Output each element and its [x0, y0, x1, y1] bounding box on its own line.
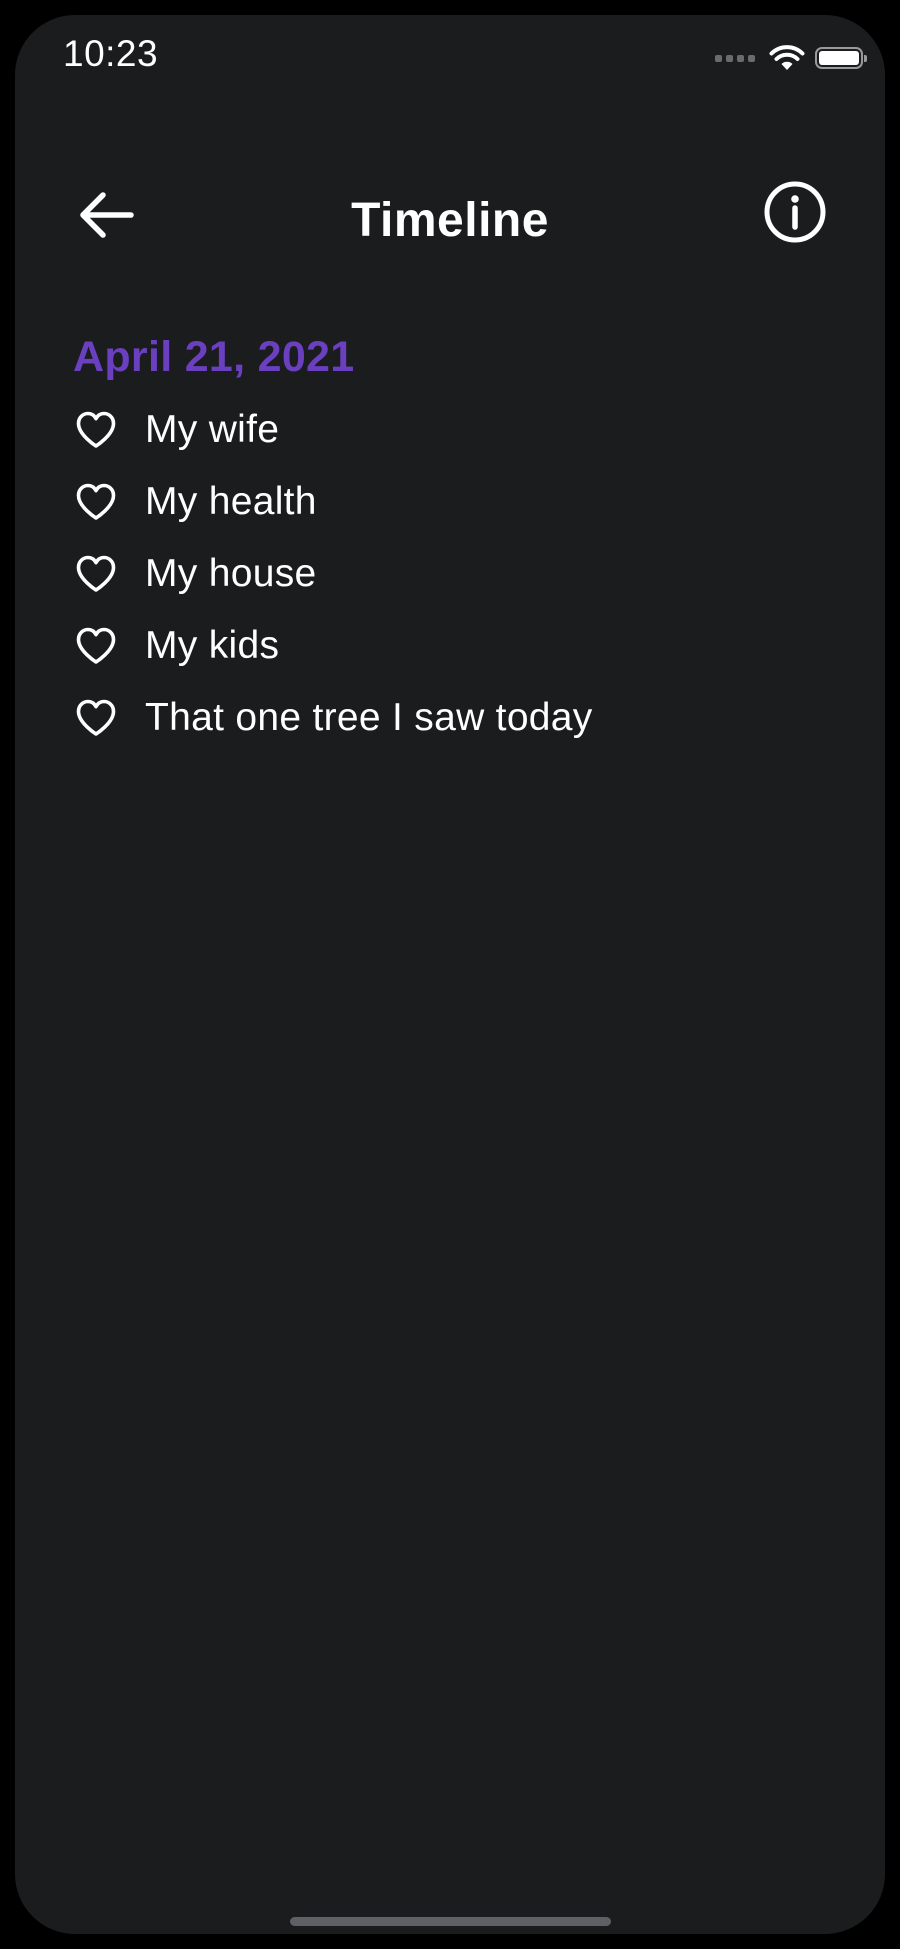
status-icons: [715, 43, 867, 73]
heart-icon[interactable]: [75, 625, 117, 667]
heart-icon[interactable]: [75, 553, 117, 595]
list-item-label: My house: [145, 552, 317, 595]
heart-icon[interactable]: [75, 481, 117, 523]
screen: 10:23 Timeline April 21, 2021 My wife My…: [15, 15, 885, 1934]
date-heading: April 21, 2021: [73, 333, 355, 381]
list-item: My wife: [73, 394, 593, 466]
gratitude-list: My wife My health My house My kids That …: [73, 394, 593, 754]
heart-icon[interactable]: [75, 697, 117, 739]
info-button[interactable]: [763, 180, 827, 244]
battery-icon: [815, 47, 867, 69]
page-title: Timeline: [351, 194, 549, 247]
list-item-label: That one tree I saw today: [145, 696, 593, 739]
wifi-icon: [769, 45, 805, 70]
list-item-label: My kids: [145, 624, 280, 667]
info-circle-icon: [764, 181, 826, 243]
list-item-label: My wife: [145, 408, 280, 451]
list-item: My kids: [73, 610, 593, 682]
list-item: My house: [73, 538, 593, 610]
heart-icon[interactable]: [75, 409, 117, 451]
list-item: That one tree I saw today: [73, 682, 593, 754]
home-indicator[interactable]: [290, 1917, 611, 1926]
device-frame: 10:23 Timeline April 21, 2021 My wife My…: [0, 0, 900, 1949]
cellular-signal-icon: [715, 54, 755, 62]
list-item: My health: [73, 466, 593, 538]
status-time: 10:23: [63, 33, 159, 74]
list-item-label: My health: [145, 480, 317, 523]
